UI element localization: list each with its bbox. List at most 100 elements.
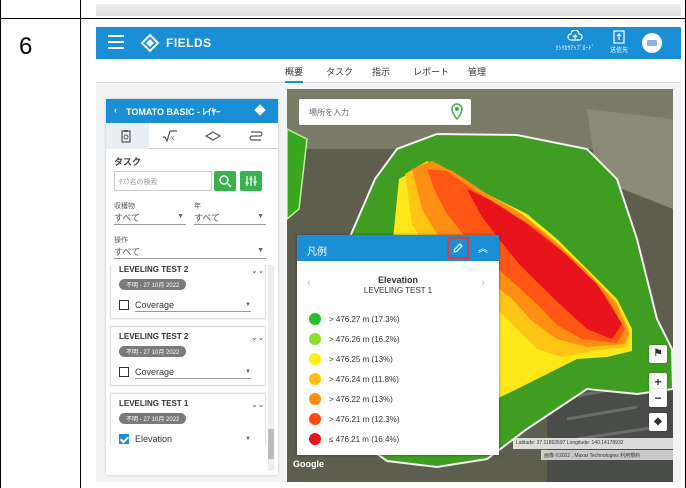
legend-color-swatch	[309, 373, 321, 385]
chevron-double-down-icon[interactable]: ⌄⌄	[251, 333, 264, 342]
chevron-double-down-icon[interactable]: ⌄⌄	[251, 266, 264, 275]
tab-reports[interactable]: レポート	[413, 65, 449, 78]
legend-item-label: > 476.24 m (11.8%)	[329, 375, 399, 384]
map-attribution: 画像 ©2022 , Maxar Technologies 利用規約	[541, 450, 673, 460]
table-header-row	[0, 0, 686, 19]
legend-color-swatch	[309, 313, 321, 325]
legend-color-swatch	[309, 433, 321, 445]
layer-type-select[interactable]: Elevation ▼	[135, 434, 251, 445]
legend-item-label: > 476.22 m (13%)	[329, 395, 393, 404]
layer-type-value: Elevation	[135, 434, 173, 444]
chevron-down-icon: ▼	[245, 436, 251, 442]
upload-label: ｸｼﾘｶｸｱｯﾌﾟﾛｰﾄﾞ	[555, 46, 595, 52]
crop-label: 収穫物	[114, 203, 135, 210]
tab-route[interactable]	[235, 123, 278, 149]
table-divider	[80, 0, 81, 19]
chevron-double-up-icon[interactable]: ︽	[478, 240, 488, 255]
chevron-down-icon: ▼	[177, 213, 184, 220]
pencil-icon	[453, 243, 463, 253]
panel-header: ‹ TOMATO BASIC - ﾚｲﾔｰ	[106, 99, 278, 123]
legend-title: Elevation	[377, 275, 418, 285]
menu-icon[interactable]	[108, 35, 124, 49]
edit-button[interactable]	[447, 237, 469, 259]
layer-card[interactable]: LEVELING TEST 2 ⌄⌄ 不明 - 27 10月 2022 Cove…	[110, 326, 266, 386]
filter-sliders-icon	[245, 176, 257, 186]
legend-color-swatch	[309, 413, 321, 425]
fields-logo-icon	[140, 33, 160, 53]
legend-panel: 凡例 ︽ ‹ › Elevation LEVELING TEST 1 > 476…	[297, 235, 499, 455]
crop-select[interactable]: すべて ▼	[114, 211, 186, 225]
layer-card-name: LEVELING TEST 2	[119, 332, 189, 341]
date-badge: 不明 - 27 10月 2022	[119, 346, 187, 357]
map-view[interactable]: 場所を入力 凡例 ︽ ‹ › Elevation LEVELING TEST 1…	[287, 89, 673, 482]
zoom-out-button[interactable]: −	[649, 389, 667, 407]
legend-item-label: > 476.26 m (16.2%)	[329, 335, 400, 344]
year-value: すべて	[194, 213, 221, 223]
legend-item-label: ≤ 476.21 m (16.4%)	[329, 435, 400, 444]
year-label: 年	[194, 203, 201, 210]
panel-title: TOMATO BASIC - ﾚｲﾔｰ	[126, 107, 221, 117]
legend-item-label: > 476.21 m (12.3%)	[329, 415, 400, 424]
chevron-down-icon: ▼	[245, 302, 251, 308]
layers-diamond-icon	[205, 131, 221, 141]
layer-type-select[interactable]: Coverage ▼	[135, 367, 251, 379]
chevron-down-icon: ▼	[257, 247, 264, 254]
layer-type-value: Coverage	[135, 300, 175, 310]
back-icon[interactable]: ‹	[114, 105, 117, 115]
location-search-input[interactable]: 場所を入力	[299, 99, 471, 125]
tab-shapes[interactable]	[192, 123, 235, 149]
upload-button[interactable]: ｸｼﾘｶｸｱｯﾌﾟﾛｰﾄﾞ	[552, 30, 598, 56]
crop-value: すべて	[114, 213, 141, 223]
flag-button[interactable]: ⚑	[649, 345, 667, 363]
table-row: 6 FIELDS ｸｼﾘｶｸｱｯﾌﾟﾛｰﾄﾞ 送信先 概要 タスク 指示 レポー…	[0, 19, 686, 488]
layer-checkbox[interactable]	[119, 300, 129, 310]
chevron-down-icon: ▼	[245, 369, 251, 375]
layer-type-value: Coverage	[135, 367, 175, 377]
search-icon	[219, 175, 232, 188]
location-pin-icon[interactable]	[449, 103, 465, 121]
legend-color-swatch	[309, 353, 321, 365]
formula-icon: x	[163, 130, 177, 143]
layer-checkbox[interactable]	[119, 367, 129, 377]
scrollbar-thumb[interactable]	[268, 429, 274, 459]
tab-instructions[interactable]: 指示	[372, 65, 390, 78]
layer-card-name: LEVELING TEST 2	[119, 265, 189, 274]
tab-overview[interactable]: 概要	[285, 65, 304, 83]
tab-clipboard[interactable]	[106, 123, 149, 149]
send-icon	[613, 30, 625, 44]
tab-tasks[interactable]: タスク	[326, 65, 353, 78]
chevron-double-down-icon[interactable]: ⌄⌄	[251, 400, 264, 409]
main-tabs: 概要 タスク 指示 レポート 管理	[96, 59, 681, 83]
filter-button[interactable]	[240, 171, 262, 191]
panel-tabs: x	[106, 123, 278, 149]
layer-card[interactable]: LEVELING TEST 1 ⌄⌄ 不明 - 27 10月 2022 Elev…	[110, 393, 266, 445]
route-icon	[249, 131, 263, 141]
tab-management[interactable]: 管理	[468, 65, 486, 78]
top-bar: FIELDS ｸｼﾘｶｸｱｯﾌﾟﾛｰﾄﾞ 送信先	[96, 27, 681, 59]
task-search-input[interactable]: ﾀｽｸ名の検索	[114, 171, 212, 191]
tab-sqrt[interactable]: x	[149, 123, 192, 149]
coordinates-readout: Latitude: 37.11863597 Longitude: 140.141…	[513, 438, 673, 449]
previous-screenshot-strip	[96, 4, 681, 16]
layer-checkbox[interactable]	[119, 434, 129, 444]
legend-color-swatch	[309, 393, 321, 405]
legend-item-label: > 476.27 m (17.3%)	[329, 315, 400, 324]
scrollbar[interactable]	[268, 265, 274, 471]
avatar[interactable]	[642, 33, 662, 53]
layers-stack-button[interactable]: ◆	[649, 413, 667, 431]
location-placeholder: 場所を入力	[309, 108, 349, 117]
search-button[interactable]	[214, 171, 236, 191]
layer-diamond-icon[interactable]	[254, 104, 266, 116]
date-badge: 不明 - 27 10月 2022	[119, 279, 187, 290]
task-label: タスク	[114, 157, 142, 167]
year-select[interactable]: すべて ▼	[194, 211, 266, 225]
chevron-down-icon: ▼	[257, 213, 264, 220]
send-button[interactable]: 送信先	[596, 30, 642, 56]
layer-card[interactable]: LEVELING TEST 2 ⌄⌄ 不明 - 27 10月 2022 Cove…	[110, 265, 266, 319]
operation-label: 操作	[114, 237, 128, 244]
cloud-upload-icon	[567, 30, 583, 41]
operation-select[interactable]: すべて ▼	[114, 245, 266, 259]
legend-subtitle: LEVELING TEST 1	[363, 286, 433, 295]
layer-type-select[interactable]: Coverage ▼	[135, 300, 251, 312]
layer-panel: ‹ TOMATO BASIC - ﾚｲﾔｰ x タスク ﾀｽｸ名の検索 収穫物 …	[106, 99, 278, 475]
